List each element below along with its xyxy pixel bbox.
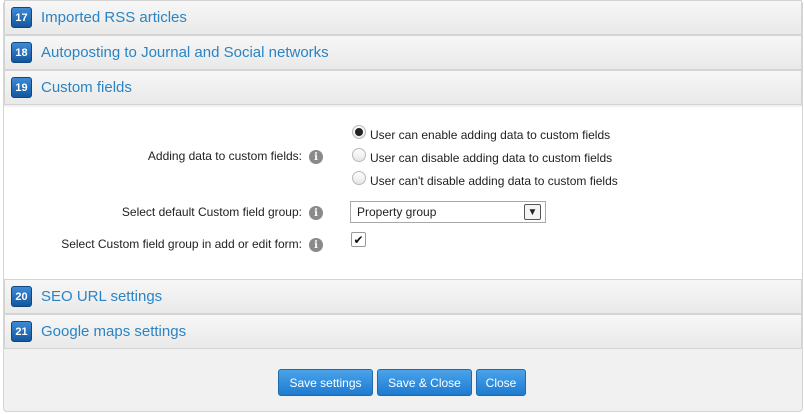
radio-button[interactable]: [352, 170, 366, 185]
section-number-badge: 20: [11, 286, 32, 307]
select-in-form-label: Select Custom field group in add or edit…: [61, 237, 302, 251]
radio-button[interactable]: [352, 124, 366, 139]
custom-field-group-select[interactable]: Property group ▼: [350, 201, 546, 223]
section-number-badge: 17: [11, 7, 32, 28]
select-in-form-checkbox[interactable]: ✔: [351, 232, 366, 247]
section-header-autoposting[interactable]: 18 Autoposting to Journal and Social net…: [4, 35, 802, 70]
section-title: Custom fields: [41, 79, 132, 96]
close-button[interactable]: Close: [476, 369, 526, 396]
chevron-down-icon[interactable]: ▼: [524, 204, 541, 220]
section-title: Autoposting to Journal and Social networ…: [41, 44, 329, 61]
section-header-seo-url[interactable]: 20 SEO URL settings: [4, 279, 802, 314]
section-number-badge: 19: [11, 77, 32, 98]
section-header-custom-fields[interactable]: 19 Custom fields: [4, 70, 802, 105]
radio-button[interactable]: [352, 147, 366, 162]
section-title: SEO URL settings: [41, 288, 163, 305]
info-icon[interactable]: i: [309, 238, 323, 252]
select-value: Property group: [357, 205, 437, 219]
info-icon[interactable]: i: [309, 150, 323, 164]
section-header-google-maps[interactable]: 21 Google maps settings: [4, 314, 802, 349]
info-icon[interactable]: i: [309, 206, 323, 220]
section-header-imported-rss[interactable]: 17 Imported RSS articles: [4, 0, 802, 35]
default-group-label: Select default Custom field group:: [121, 205, 302, 219]
radio-user-cannot-disable[interactable]: User can't disable adding data to custom…: [352, 167, 618, 188]
save-and-close-button[interactable]: Save & Close: [377, 369, 472, 396]
radio-label: User can disable adding data to custom f…: [370, 151, 613, 165]
radio-label: User can't disable adding data to custom…: [370, 174, 618, 188]
radio-user-can-disable[interactable]: User can disable adding data to custom f…: [352, 144, 612, 165]
section-number-badge: 18: [11, 42, 32, 63]
adding-data-label: Adding data to custom fields:: [147, 149, 302, 163]
save-settings-button[interactable]: Save settings: [278, 369, 373, 396]
radio-user-can-enable[interactable]: User can enable adding data to custom fi…: [352, 121, 610, 142]
checkmark-icon: ✔: [353, 232, 364, 247]
section-title: Imported RSS articles: [41, 9, 187, 26]
section-number-badge: 21: [11, 321, 32, 342]
radio-label: User can enable adding data to custom fi…: [370, 128, 611, 142]
section-title: Google maps settings: [41, 323, 187, 340]
